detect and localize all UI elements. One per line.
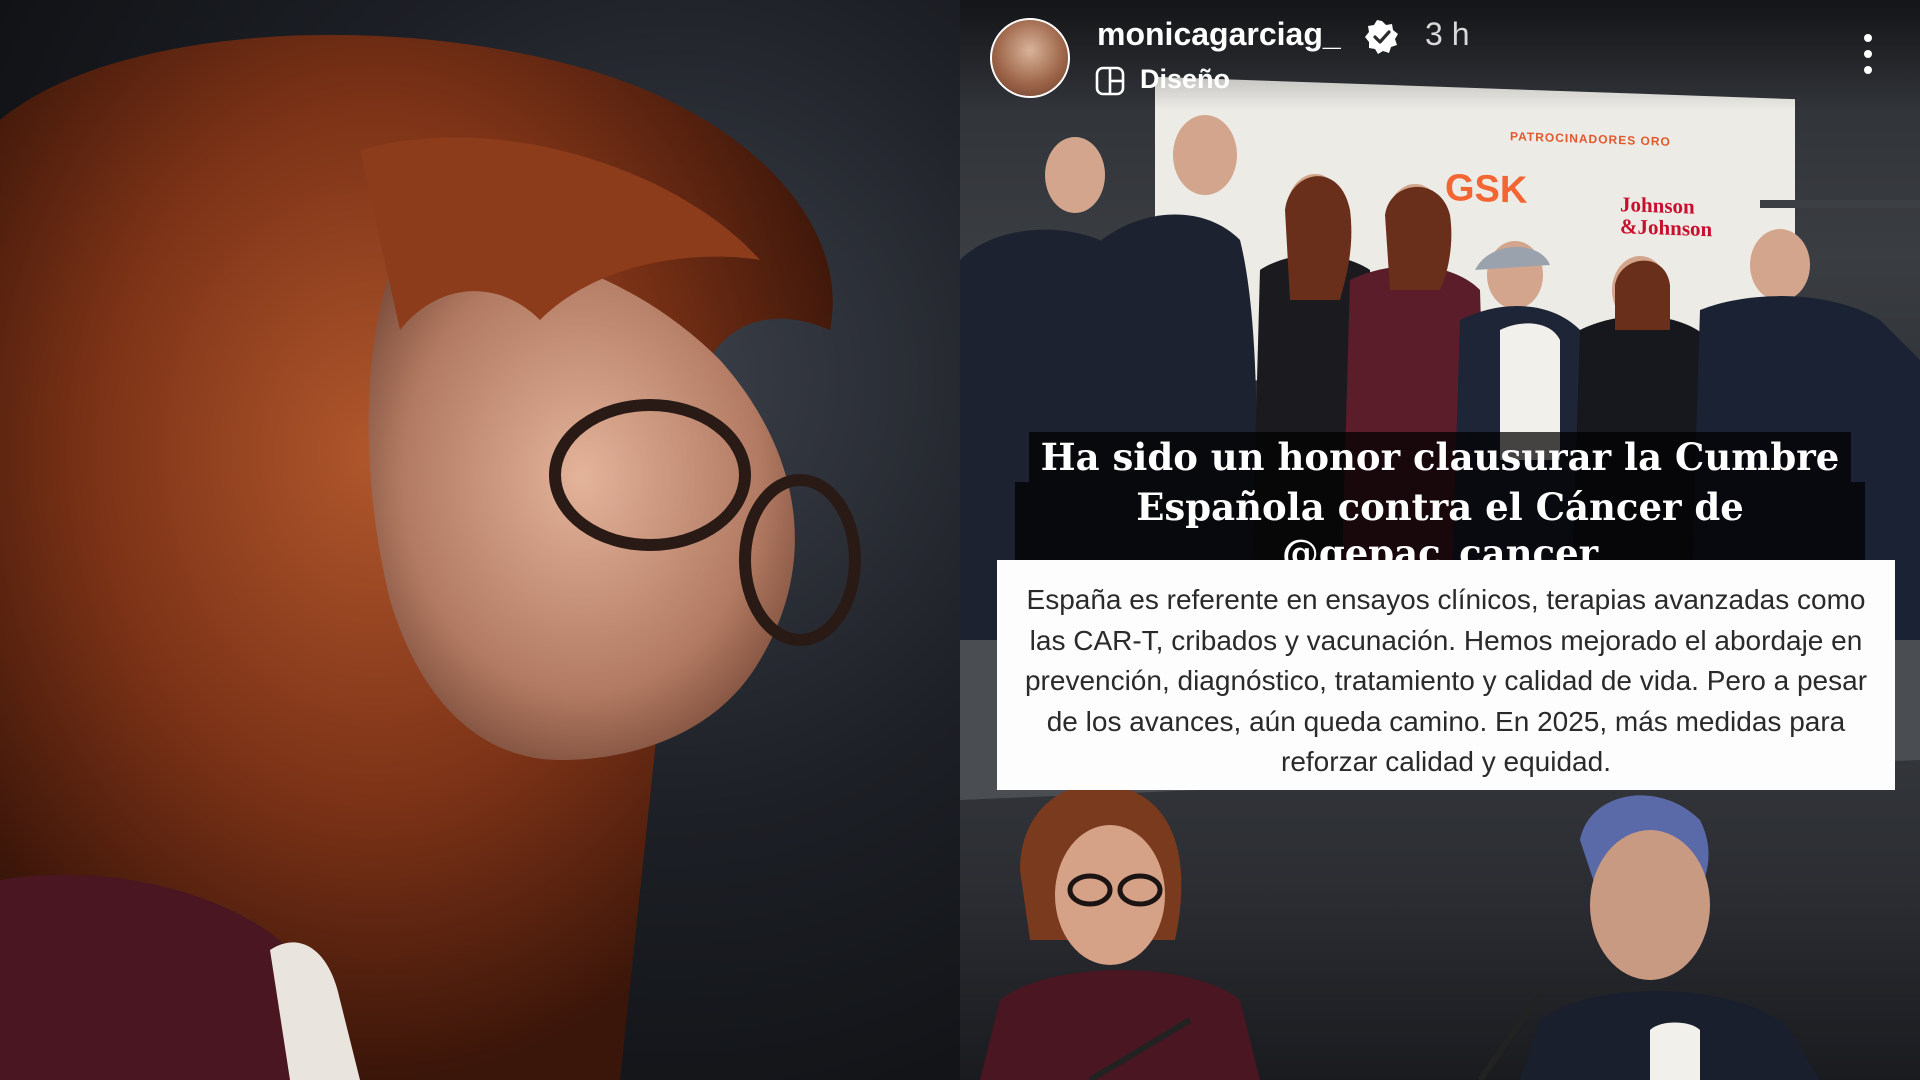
post-time: 3 h	[1425, 16, 1470, 52]
caption-line-1: Ha sido un honor clausurar la Cumbre	[1028, 432, 1852, 482]
portrait-illustration	[0, 34, 861, 1080]
story-caption: Ha sido un honor clausurar la Cumbre Esp…	[1015, 432, 1865, 578]
caption-line-2-text: Española contra el Cáncer de	[1136, 485, 1744, 529]
layout-icon	[1095, 66, 1125, 96]
quote-box: España es referente en ensayos clínicos,…	[997, 560, 1895, 790]
profile-avatar[interactable]	[990, 18, 1070, 98]
verified-badge-icon	[1365, 20, 1398, 54]
left-portrait-photo	[0, 0, 960, 1080]
quote-text: España es referente en ensayos clínicos,…	[1024, 584, 1868, 777]
instagram-story: PATROCINADORES ORO GSK Johnson &Johnson	[960, 0, 1920, 1080]
layout-label[interactable]: Diseño	[1140, 64, 1230, 95]
username-link[interactable]: monicagarciag_	[1097, 16, 1341, 53]
more-options-icon[interactable]	[1860, 30, 1876, 78]
